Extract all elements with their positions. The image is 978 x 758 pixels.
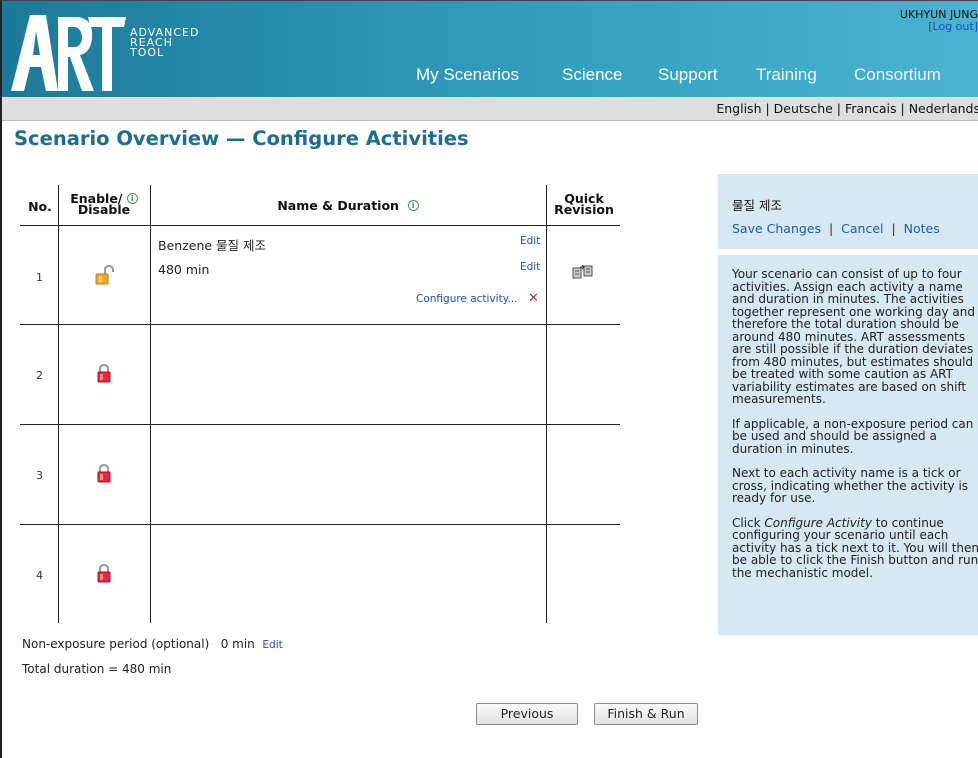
non-exposure-label: Non-exposure period (optional) (22, 637, 210, 651)
col-header-name-label: Name & Duration (277, 198, 399, 213)
col-header-quick: Quick Revision (548, 192, 620, 217)
header-divider (20, 225, 620, 226)
edit-non-exposure-link[interactable]: Edit (262, 639, 282, 651)
help-paragraph: Next to each activity name is a tick or … (732, 466, 969, 505)
edit-name-link[interactable]: Edit (520, 235, 540, 247)
row-number: 1 (36, 271, 43, 284)
panel-actions: Save Changes | Cancel | Notes (732, 221, 940, 236)
previous-button[interactable]: Previous (476, 703, 578, 725)
finish-run-button[interactable]: Finish & Run (594, 703, 698, 725)
nav-science[interactable]: Science (562, 65, 622, 85)
col-header-enable-line2: Disable (77, 202, 131, 217)
locked-padlock-icon[interactable] (96, 563, 112, 583)
col-divider (58, 185, 59, 623)
row-number: 2 (36, 369, 43, 382)
info-icon[interactable]: i (407, 200, 419, 211)
panel-activity-title: 물질 제조 (732, 198, 782, 213)
lang-english[interactable]: English (716, 101, 761, 116)
help-text: Your scenario can consist of up to four … (732, 268, 978, 591)
quick-revision-icon[interactable] (572, 264, 594, 280)
col-header-enable: Enable/ i Disable (60, 192, 148, 217)
nav-support[interactable]: Support (658, 65, 718, 85)
edit-duration-link[interactable]: Edit (520, 261, 540, 273)
col-header-no: No. (28, 199, 52, 214)
site-header: ADVANCED REACH TOOL UKHYUN JUNG [Log out… (2, 1, 978, 97)
locked-padlock-icon[interactable] (96, 463, 112, 483)
logo-line-3: TOOL (130, 46, 165, 59)
col-divider (150, 185, 151, 623)
nav-training[interactable]: Training (756, 65, 817, 85)
row-divider (20, 424, 620, 425)
activity-name: Benzene 물질 제조 (158, 238, 266, 253)
not-ready-cross-icon: ✕ (528, 291, 539, 306)
activity-panel: 물질 제조 Save Changes | Cancel | Notes (718, 174, 978, 249)
page-title: Scenario Overview — Configure Activities (14, 127, 469, 150)
save-changes-link[interactable]: Save Changes (732, 221, 821, 236)
col-header-quick-line2: Revision (554, 202, 614, 217)
non-exposure-row: Non-exposure period (optional) 0 min Edi… (22, 637, 283, 651)
notes-link[interactable]: Notes (904, 221, 940, 236)
app-frame: ADVANCED REACH TOOL UKHYUN JUNG [Log out… (0, 0, 978, 758)
language-links: English | Deutsche | Francais | Nederlan… (716, 101, 978, 116)
help-paragraph: If applicable, a non-exposure period can… (732, 416, 974, 456)
nav-my-scenarios[interactable]: My Scenarios (416, 65, 519, 85)
help-panel: Your scenario can consist of up to four … (718, 255, 978, 635)
help-paragraph: Click Configure Activity to continue con… (732, 516, 978, 580)
row-divider (20, 524, 620, 525)
total-duration: Total duration = 480 min (22, 662, 172, 676)
col-header-name: Name & Duration i (152, 198, 544, 213)
main-nav: My Scenarios Science Support Training Co… (2, 65, 978, 87)
row-number: 3 (36, 469, 43, 482)
logout-link[interactable]: [Log out] (900, 21, 978, 33)
logo-text: ADVANCED REACH TOOL (130, 27, 199, 59)
cancel-link[interactable]: Cancel (841, 221, 883, 236)
configure-activity-link[interactable]: Configure activity... (416, 293, 517, 305)
row-divider (20, 324, 620, 325)
non-exposure-value: 0 min (220, 637, 255, 651)
help-paragraph: Your scenario can consist of up to four … (732, 267, 975, 406)
activities-table: No. Enable/ i Disable Name & Duration i … (20, 185, 620, 623)
language-bar: English | Deutsche | Francais | Nederlan… (2, 97, 978, 121)
lang-nederlands[interactable]: Nederlands (909, 101, 978, 116)
lang-francais[interactable]: Francais (845, 101, 897, 116)
unlocked-padlock-icon[interactable] (94, 265, 116, 285)
activity-duration: 480 min (158, 262, 210, 277)
lang-deutsche[interactable]: Deutsche (774, 101, 833, 116)
nav-consortium[interactable]: Consortium (854, 65, 941, 85)
user-box: UKHYUN JUNG [Log out] (900, 9, 978, 33)
col-divider (546, 185, 547, 623)
row-number: 4 (36, 569, 43, 582)
locked-padlock-icon[interactable] (96, 363, 112, 383)
